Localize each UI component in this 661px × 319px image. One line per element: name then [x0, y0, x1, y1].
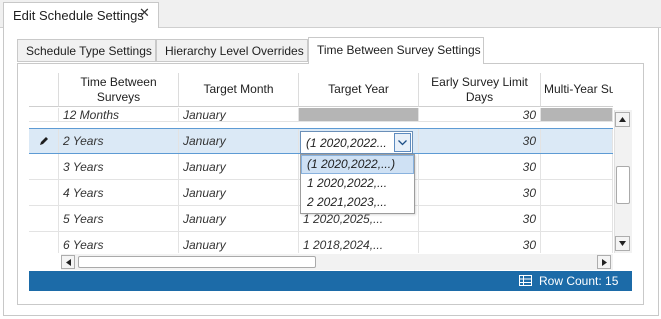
cell-month[interactable]: January	[179, 232, 299, 253]
tab-label: Hierarchy Level Overrides	[165, 44, 304, 58]
cell-early-limit[interactable]: 30	[419, 154, 541, 179]
cell-time[interactable]: 6 Years	[59, 232, 179, 253]
cell-month[interactable]: January	[179, 180, 299, 205]
pencil-icon	[29, 129, 59, 153]
cell-time[interactable]: 4 Years	[59, 180, 179, 205]
cell-multi-year[interactable]	[541, 206, 613, 231]
row-count-label: Row Count:	[539, 274, 602, 288]
cell-year[interactable]: 1 2018,2024,...	[299, 232, 419, 253]
column-header-multi-year-survey-start[interactable]: Multi-Year Survey Start	[541, 73, 613, 107]
tab-label: Schedule Type Settings	[26, 44, 152, 58]
chevron-down-icon[interactable]	[394, 133, 411, 152]
scroll-down-button[interactable]	[615, 236, 630, 251]
column-header-early-survey-limit-days[interactable]: Early Survey Limit Days	[419, 73, 541, 107]
cell-time[interactable]: 5 Years	[59, 206, 179, 231]
vertical-scroll-thumb[interactable]	[616, 166, 630, 204]
grid-icon	[519, 275, 532, 289]
cell-early-limit[interactable]: 30	[419, 108, 541, 121]
table-row-selected[interactable]: 2 Years January 30 (1 2020,2022...	[29, 128, 613, 154]
dropdown-option[interactable]: 2 2021,2023,...	[301, 193, 414, 212]
document-tab[interactable]: Edit Schedule Settings	[3, 2, 159, 29]
cell-multi-year[interactable]	[541, 180, 613, 205]
cell-multi-year[interactable]	[541, 129, 613, 153]
cell-time[interactable]: 3 Years	[59, 154, 179, 179]
cell-early-limit[interactable]: 30	[419, 129, 541, 153]
cell-month[interactable]: January	[179, 206, 299, 231]
table-row[interactable]: 6 Years January 1 2018,2024,... 30	[29, 232, 613, 253]
scroll-left-button[interactable]	[61, 255, 75, 269]
column-header-label: Target Year	[328, 82, 389, 96]
cell-time[interactable]: 12 Months	[59, 108, 179, 121]
column-header-target-month[interactable]: Target Month	[179, 73, 299, 107]
column-header-time-between-surveys[interactable]: Time Between Surveys	[59, 73, 179, 107]
dropdown-option[interactable]: 1 2020,2022,...	[301, 174, 414, 193]
cell-time[interactable]: 2 Years	[59, 129, 179, 153]
row-count: Row Count: 15	[539, 274, 618, 288]
combo-value: (1 2020,2022...	[306, 136, 387, 150]
cell-multi-year[interactable]	[541, 108, 613, 121]
tab-hierarchy-level-overrides[interactable]: Hierarchy Level Overrides	[156, 39, 308, 62]
column-header-target-year[interactable]: Target Year	[299, 73, 419, 107]
cell-early-limit[interactable]: 30	[419, 180, 541, 205]
table-row[interactable]: 12 Months January 30	[29, 108, 613, 122]
row-indicator	[29, 180, 59, 205]
column-header-label: Early Survey Limit Days	[431, 74, 528, 104]
tab-label: Time Between Survey Settings	[317, 43, 481, 57]
column-header-label: Target Month	[203, 82, 274, 96]
cell-early-limit[interactable]: 30	[419, 232, 541, 253]
cell-multi-year[interactable]	[541, 232, 613, 253]
grid-footer: Row Count: 15	[29, 271, 632, 291]
target-year-dropdown-list[interactable]: (1 2020,2022,...) 1 2020,2022,... 2 2021…	[300, 154, 415, 214]
tab-time-between-survey-settings[interactable]: Time Between Survey Settings	[308, 37, 484, 64]
tab-schedule-type-settings[interactable]: Schedule Type Settings	[17, 39, 156, 62]
cell-month[interactable]: January	[179, 108, 299, 121]
cell-month[interactable]: January	[179, 129, 299, 153]
row-indicator	[29, 206, 59, 231]
close-icon[interactable]: ✕	[139, 5, 150, 21]
row-count-value: 15	[605, 274, 619, 288]
cell-year[interactable]	[299, 108, 419, 121]
dropdown-option[interactable]: (1 2020,2022,...)	[301, 155, 414, 174]
cell-month[interactable]: January	[179, 154, 299, 179]
row-indicator	[29, 232, 59, 253]
row-indicator-header	[29, 73, 59, 107]
row-indicator	[29, 154, 59, 179]
scroll-right-button[interactable]	[597, 255, 611, 269]
document-tab-title: Edit Schedule Settings	[13, 8, 144, 23]
column-header-label: Multi-Year Survey Start	[544, 82, 613, 96]
horizontal-scroll-thumb[interactable]	[78, 256, 316, 268]
cell-early-limit[interactable]: 30	[419, 206, 541, 231]
row-indicator	[29, 108, 59, 121]
scroll-up-button[interactable]	[615, 112, 630, 127]
cell-multi-year[interactable]	[541, 154, 613, 179]
target-year-combo[interactable]: (1 2020,2022...	[300, 131, 413, 154]
column-header-label: Time Between Surveys	[80, 74, 157, 104]
